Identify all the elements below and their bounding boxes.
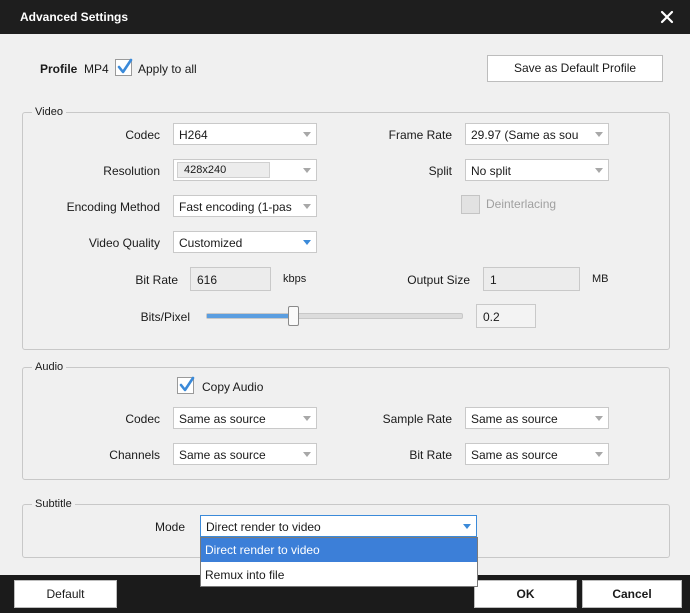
chevron-down-icon [303,452,311,457]
dropdown-option-remux[interactable]: Remux into file [201,563,477,587]
frame-rate-label: Frame Rate [388,128,452,142]
split-select[interactable]: No split [465,159,609,181]
frame-rate-select[interactable]: 29.97 (Same as sou [465,123,609,145]
chevron-down-icon [595,416,603,421]
chevron-down-icon [303,204,311,209]
apply-to-all-checkbox[interactable] [115,58,133,76]
output-size-unit: MB [592,273,609,285]
chevron-down-icon [595,132,603,137]
chevron-down-icon [463,524,471,529]
split-label: Split [428,164,452,178]
video-quality-label: Video Quality [88,236,160,250]
chevron-down-icon [595,452,603,457]
chevron-down-icon [303,416,311,421]
bits-pixel-label: Bits/Pixel [140,310,190,324]
bits-pixel-slider-thumb[interactable] [287,306,299,326]
audio-legend: Audio [32,361,67,373]
bits-pixel-slider-fill [207,314,295,318]
bit-rate-label: Bit Rate [135,273,178,287]
subtitle-mode-dropdown: Direct render to video Remux into file [200,537,478,587]
deinterlacing-checkbox[interactable] [461,195,480,214]
ok-button[interactable]: OK [474,580,577,608]
save-as-default-profile-button[interactable]: Save as Default Profile [487,55,663,82]
chevron-down-icon [595,168,603,173]
bit-rate-unit: kbps [283,273,307,285]
window-title: Advanced Settings [20,10,129,24]
apply-to-all-label[interactable]: Apply to all [138,62,197,76]
video-codec-select[interactable]: H264 [173,123,317,145]
bits-pixel-slider-track[interactable] [206,313,463,319]
chevron-down-icon [303,168,311,173]
close-icon[interactable] [656,6,678,28]
encoding-method-label: Encoding Method [66,200,160,214]
encoding-method-select[interactable]: Fast encoding (1-pas [173,195,317,217]
output-size-field[interactable]: 1 [483,267,580,291]
copy-audio-checkbox[interactable] [177,376,195,394]
subtitle-legend: Subtitle [32,498,75,510]
title-bar: Advanced Settings [0,0,690,34]
deinterlacing-label: Deinterlacing [486,197,557,211]
channels-label: Channels [109,448,160,462]
profile-label: Profile [40,62,78,76]
default-button[interactable]: Default [14,580,117,608]
copy-audio-label[interactable]: Copy Audio [202,380,263,394]
output-size-label: Output Size [407,273,470,287]
audio-bit-rate-label: Bit Rate [409,448,452,462]
subtitle-mode-select[interactable]: Direct render to video [200,515,477,537]
checkmark-icon [117,58,133,74]
channels-select[interactable]: Same as source [173,443,317,465]
chevron-down-icon [303,132,311,137]
video-legend: Video [32,106,66,118]
checkmark-icon [179,376,195,392]
cancel-button[interactable]: Cancel [582,580,682,608]
dropdown-option-direct-render[interactable]: Direct render to video [201,538,477,562]
bit-rate-field[interactable]: 616 [190,267,271,291]
resolution-select[interactable]: 428x240 [173,159,317,181]
sample-rate-label: Sample Rate [382,412,452,426]
audio-codec-select[interactable]: Same as source [173,407,317,429]
video-codec-label: Codec [125,128,160,142]
audio-codec-label: Codec [125,412,160,426]
resolution-label: Resolution [103,164,160,178]
sample-rate-select[interactable]: Same as source [465,407,609,429]
mode-label: Mode [154,520,185,534]
video-quality-select[interactable]: Customized [173,231,317,253]
audio-bit-rate-select[interactable]: Same as source [465,443,609,465]
profile-value: MP4 [84,62,109,76]
chevron-down-icon [303,240,311,245]
bits-pixel-field[interactable]: 0.2 [476,304,536,328]
